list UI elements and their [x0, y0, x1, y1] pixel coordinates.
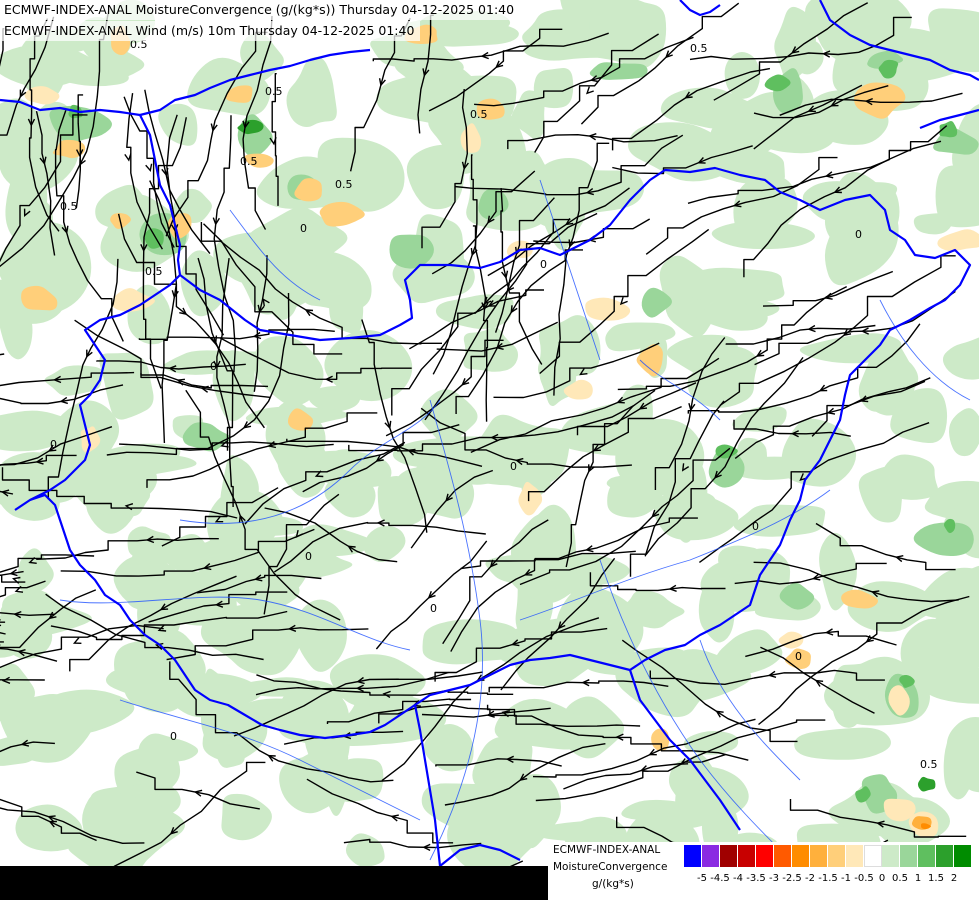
convergence-area-max: [917, 776, 936, 792]
convergence-area: [420, 389, 478, 444]
legend-swatch-14: [936, 845, 954, 867]
convergence-area: [345, 833, 385, 867]
map-title-line-2: ECMWF-INDEX-ANAL Wind (m/s) 10m Thursday…: [0, 21, 421, 41]
legend-tick-label: 1.5: [928, 873, 944, 884]
wind-streamline: [0, 353, 5, 356]
wind-arrow-icon: [145, 163, 153, 173]
contour-label: 0: [305, 550, 312, 563]
contour-label: 0.5: [920, 758, 938, 771]
country-border: [679, 0, 721, 17]
convergence-area: [396, 467, 454, 505]
convergence-area: [158, 103, 198, 146]
contour-label: 0.5: [335, 178, 353, 191]
map-canvas: 0.5 0.5 0.5 0.5 0.5 0.5 0.5 0.5 0 0 0 0 0 0 0 0 0 0 0.5 0: [0, 0, 979, 900]
legend-swatches: [684, 845, 972, 867]
convergence-area: [136, 733, 199, 763]
legend-tick-label: 0: [878, 873, 886, 884]
contour-label: 0: [300, 222, 307, 235]
contour-label: 0: [430, 602, 437, 615]
convergence-area: [942, 337, 979, 380]
convergence-area: [533, 68, 574, 109]
contour-label: 0: [795, 650, 802, 663]
contour-label: 0.5: [690, 42, 708, 55]
convergence-area: [240, 677, 315, 697]
contour-label: 0.5: [265, 85, 283, 98]
contour-label: 0.5: [60, 200, 78, 213]
legend-tick-label: -5: [697, 873, 707, 884]
legend-tick-label: 1: [914, 873, 922, 884]
convergence-area-strong: [913, 522, 974, 556]
legend-swatch-15: [954, 845, 972, 867]
legend-swatch-0: [684, 845, 702, 867]
contour-label: 0: [170, 730, 177, 743]
legend-swatch-4: [756, 845, 774, 867]
convergence-area: [200, 602, 309, 676]
convergence-area: [221, 793, 272, 841]
contour-label: 0: [210, 360, 217, 373]
legend-swatch-6: [792, 845, 810, 867]
legend-units: g/(kg*s): [592, 878, 634, 890]
legend-tick-label: -1: [841, 873, 851, 884]
legend-swatch-1: [702, 845, 720, 867]
contour-label: 0: [510, 460, 517, 473]
convergence-area: [858, 465, 903, 523]
contour-label: 0.5: [470, 108, 488, 121]
legend-swatch-9: [846, 845, 864, 867]
contour-label: 0: [540, 258, 547, 271]
legend-tick-label: -0.5: [854, 873, 874, 884]
wind-arrow-icon: [585, 86, 594, 95]
convergence-area: [253, 336, 324, 406]
convergence-area: [794, 727, 891, 760]
legend-tick-label: -1.5: [818, 873, 838, 884]
legend-tick-label: -2.5: [782, 873, 802, 884]
legend-tick-label: -3.5: [746, 873, 766, 884]
weather-map-page: 0.5 0.5 0.5 0.5 0.5 0.5 0.5 0.5 0 0 0 0 0 0 0 0 0 0 0.5 0 E…: [0, 0, 979, 900]
legend-swatch-2: [720, 845, 738, 867]
legend-swatch-8: [828, 845, 846, 867]
convergence-area: [286, 56, 337, 127]
legend-swatch-3: [738, 845, 756, 867]
legend-title-model: ECMWF-INDEX-ANAL: [553, 844, 661, 856]
legend-title-variable: MoistureConvergence: [553, 861, 668, 873]
legend-tick-labels: -5 -4.5 -4 -3.5 -3 -2.5 -2 -1.5 -1 -0.5 0 0.5 1 1.5 2: [684, 873, 972, 889]
legend-tick-label: 2: [950, 873, 958, 884]
convergence-area: [678, 267, 785, 304]
wind-arrow-icon: [619, 296, 628, 306]
contour-label: 0: [752, 520, 759, 533]
convergence-area: [935, 165, 979, 228]
legend-tick-label: 0.5: [892, 873, 908, 884]
legend-tick-label: -4: [733, 873, 743, 884]
legend-tick-label: -2: [805, 873, 815, 884]
legend-swatch-13: [918, 845, 936, 867]
convergence-area-strong: [589, 62, 648, 80]
legend-swatch-11: [882, 845, 900, 867]
wind-arrow-icon: [124, 153, 132, 162]
legend-tick-label: -3: [769, 873, 779, 884]
contour-label: 0: [50, 438, 57, 451]
contour-label: 0: [855, 228, 862, 241]
legend-swatch-5: [774, 845, 792, 867]
contour-label: 0.5: [145, 265, 163, 278]
legend-swatch-10: [864, 845, 882, 867]
legend-tick-label: -4.5: [710, 873, 730, 884]
legend-swatch-12: [900, 845, 918, 867]
map-title-line-1: ECMWF-INDEX-ANAL MoistureConvergence (g/…: [0, 0, 521, 20]
convergence-area: [948, 408, 979, 457]
legend-swatch-7: [810, 845, 828, 867]
color-legend: ECMWF-INDEX-ANAL MoistureConvergence g/(…: [548, 842, 979, 900]
contour-label: 0.5: [240, 155, 258, 168]
wind-arrow-icon: [72, 637, 82, 644]
